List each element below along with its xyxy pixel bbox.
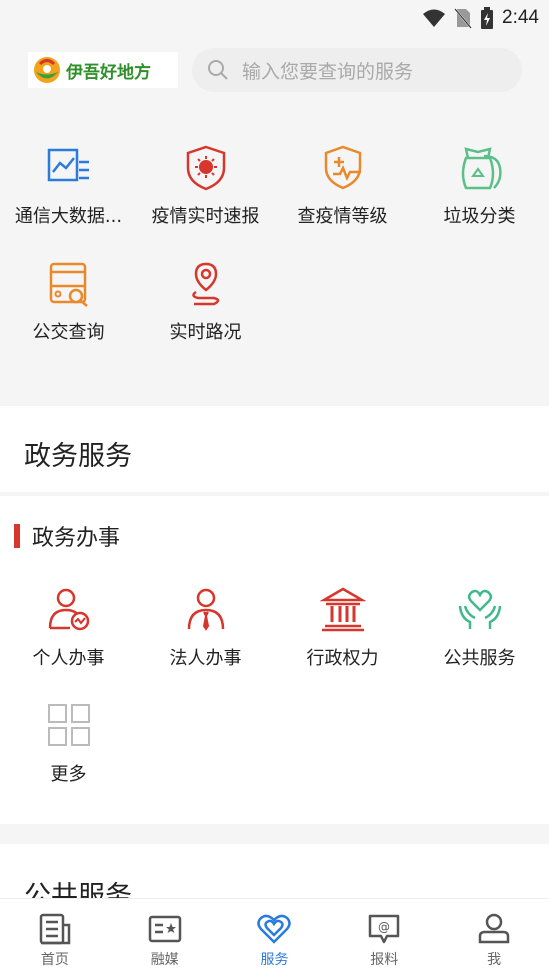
header: 伊吾好地方 输入您要查询的服务 [0,44,549,96]
status-time: 2:44 [502,7,539,28]
search-placeholder: 输入您要查询的服务 [242,60,414,83]
status-bar: 2:44 [0,0,549,36]
gov-item-more[interactable]: 更多 [0,702,137,786]
gov-affairs-panel: 政务办事 个人办事 法人办事 行政权力 公共服务 更多 [0,496,549,824]
nav-item-media[interactable]: 融媒 [110,899,220,976]
section-title: 政务服务 [24,441,132,472]
search-icon [208,60,228,80]
nav-label: 首页 [40,952,69,968]
nav-item-report[interactable]: @ 报料 [329,899,439,976]
app-logo[interactable]: 伊吾好地方 [28,52,178,88]
battery-icon [481,7,494,29]
public-section-header: 公共服务 [0,844,549,904]
legal-person-icon [187,588,224,631]
nav-label: 服务 [260,952,289,968]
nav-item-me[interactable]: 我 [439,899,549,976]
report-chat-icon: @ [369,914,400,944]
nav-item-service[interactable]: 服务 [220,899,330,976]
gov-item-label: 行政权力 [306,648,379,669]
quick-item-garbage-sorting[interactable]: 垃圾分类 [411,144,548,228]
wifi-icon [423,9,446,27]
gov-item-personal[interactable]: 个人办事 [0,586,137,670]
gov-item-label: 个人办事 [32,648,105,669]
quick-item-label: 疫情实时速报 [151,206,260,227]
user-icon [478,913,510,944]
home-doc-icon [39,913,71,945]
sub-title-text: 政务办事 [32,526,121,551]
logo-text: 伊吾好地方 [66,62,151,82]
sub-title-accent [14,524,20,548]
quick-item-epidemic-report[interactable]: 疫情实时速报 [137,144,274,228]
no-sim-icon [454,8,472,29]
nav-label: 报料 [370,952,399,968]
quick-item-epidemic-level[interactable]: 查疫情等级 [274,144,411,228]
sub-title: 政务办事 [14,520,120,552]
quick-item-label: 查疫情等级 [297,206,388,227]
heart-service-icon [257,914,292,944]
quick-item-telecom-data[interactable]: 通信大数据... [0,144,137,228]
gov-item-label: 法人办事 [169,648,242,669]
nav-label: 我 [487,952,502,968]
bus-search-icon [49,262,88,307]
quick-item-label: 通信大数据... [14,206,123,227]
bottom-nav: 首页 融媒 服务 @ 报料 我 [0,898,549,976]
government-building-icon [319,587,366,632]
quick-item-label: 公交查询 [32,322,105,343]
logo-emblem-icon [34,57,60,83]
nav-item-home[interactable]: 首页 [0,899,110,976]
svg-text:@: @ [378,920,390,934]
heart-hands-icon [458,589,501,629]
quick-item-bus-query[interactable]: 公交查询 [0,260,137,344]
nav-label: 融媒 [150,952,179,968]
quick-item-label: 实时路况 [169,322,242,343]
search-input[interactable]: 输入您要查询的服务 [192,48,522,92]
recycle-bag-icon [461,147,502,190]
gov-item-label: 公共服务 [443,648,516,669]
gov-section-header: 政务服务 [0,406,549,492]
virus-shield-icon [186,145,225,191]
gov-item-label: 更多 [50,764,87,785]
gov-item-admin-power[interactable]: 行政权力 [274,586,411,670]
grid-more-icon [47,704,90,746]
data-chart-icon [47,148,89,182]
location-pin-icon [191,262,219,306]
medical-shield-icon [324,145,361,190]
person-icon [48,588,89,631]
quick-item-traffic[interactable]: 实时路况 [137,260,274,344]
media-card-icon [148,915,181,943]
gov-item-legal-person[interactable]: 法人办事 [137,586,274,670]
gov-item-public-service[interactable]: 公共服务 [411,586,548,670]
quick-item-label: 垃圾分类 [443,206,516,227]
